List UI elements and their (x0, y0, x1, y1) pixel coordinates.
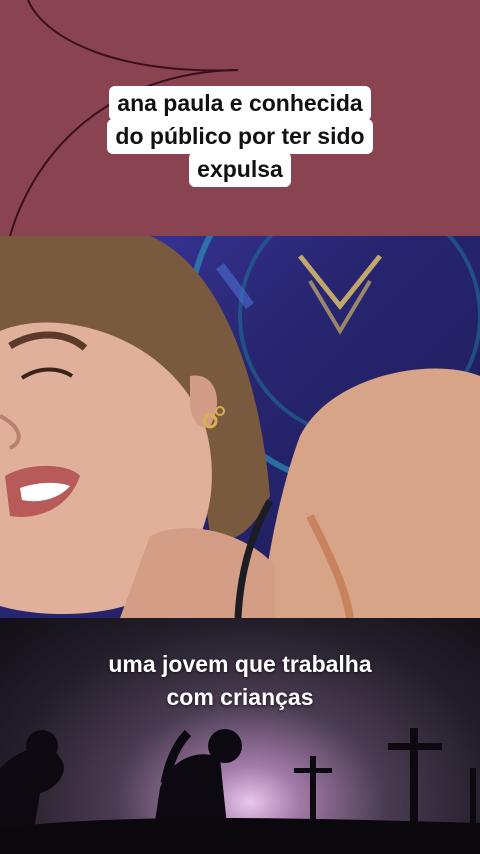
video-frame: ana paula e conhecida do público por ter… (0, 0, 480, 854)
bottom-caption-panel: uma jovem que trabalha com crianças (0, 618, 480, 854)
top-caption: ana paula e conhecida do público por ter… (0, 86, 480, 187)
top-caption-line-3: expulsa (189, 152, 291, 187)
top-caption-line-1: ana paula e conhecida (109, 86, 371, 121)
photo-illustration (0, 236, 480, 618)
top-title-panel: ana paula e conhecida do público por ter… (0, 0, 480, 236)
video-photo (0, 236, 480, 618)
bottom-caption-line-1: uma jovem que trabalha (108, 651, 372, 677)
bottom-caption-line-2: com crianças (166, 684, 314, 710)
bottom-caption: uma jovem que trabalha com crianças (0, 648, 480, 714)
top-caption-line-2: do público por ter sido (107, 119, 373, 154)
